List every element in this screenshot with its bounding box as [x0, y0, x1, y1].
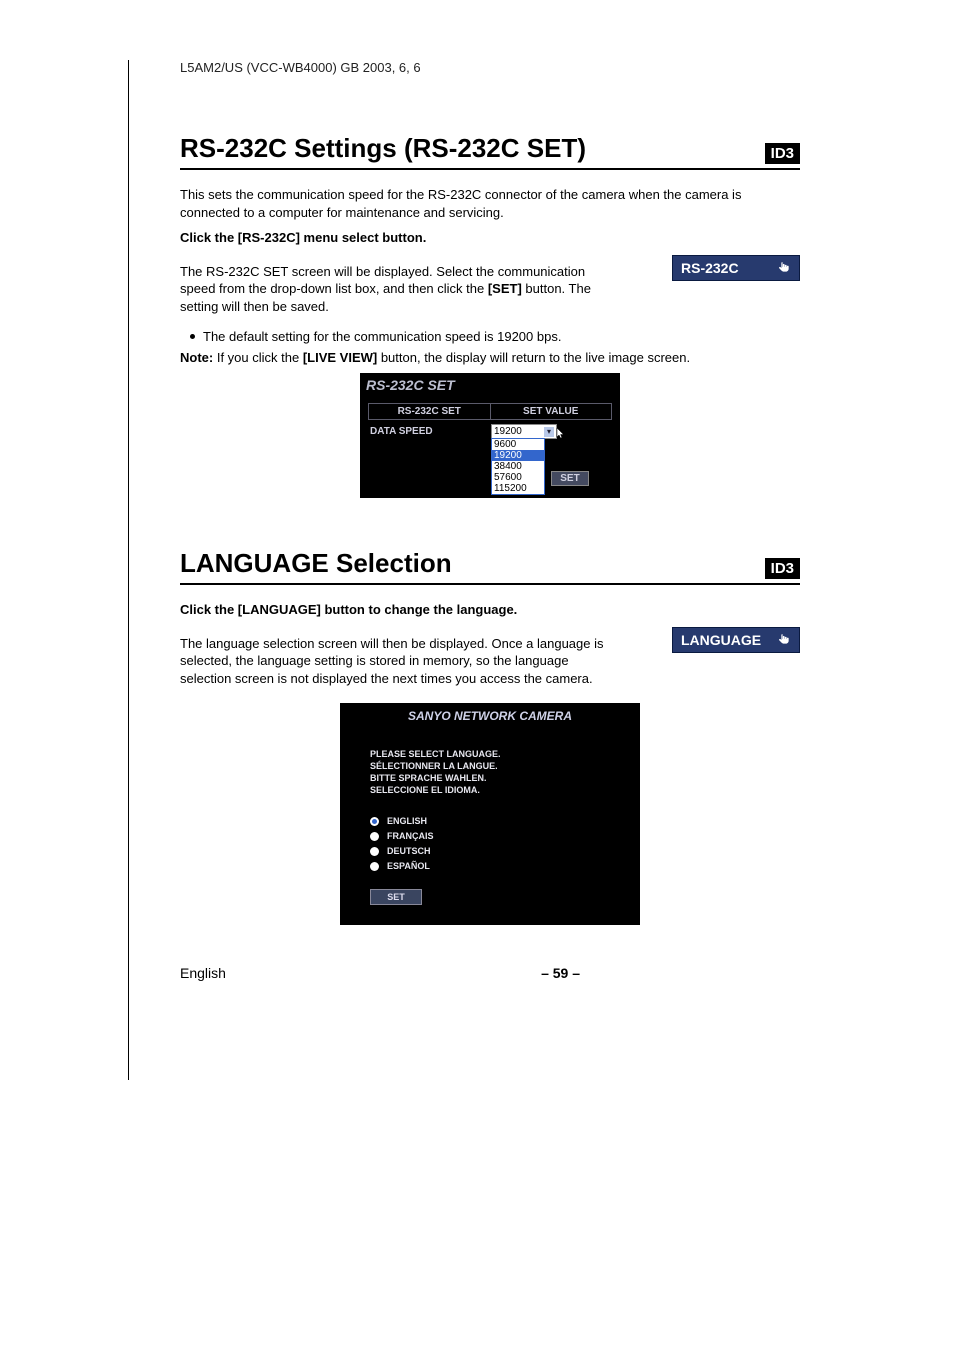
- section2-title: LANGUAGE Selection: [180, 548, 452, 579]
- radio-icon: [370, 862, 379, 871]
- section1-bullet-text: The default setting for the communicatio…: [203, 329, 561, 344]
- scr1-set-button[interactable]: SET: [551, 471, 589, 486]
- lang-row-deutsch[interactable]: DEUTSCH: [370, 846, 620, 856]
- section2-title-row: LANGUAGE Selection ID3: [180, 548, 800, 585]
- inst-1: SÉLECTIONNER LA LANGUE.: [370, 761, 620, 771]
- data-speed-options[interactable]: 9600 19200 38400 57600 115200: [491, 438, 545, 495]
- hand-cursor-icon: [777, 632, 791, 648]
- radio-icon: [370, 832, 379, 841]
- chevron-down-icon: ▾: [544, 427, 554, 437]
- doc-header: L5AM2/US (VCC-WB4000) GB 2003, 6, 6: [180, 60, 894, 75]
- scr1-head1: RS-232C SET: [369, 404, 491, 419]
- section1-bullet-row: The default setting for the communicatio…: [190, 329, 800, 344]
- rs232c-menu-label: RS-232C: [681, 260, 739, 276]
- section1-title: RS-232C Settings (RS-232C SET): [180, 133, 586, 164]
- lang-row-espanol[interactable]: ESPAÑOL: [370, 861, 620, 871]
- section1-title-row: RS-232C Settings (RS-232C SET) ID3: [180, 133, 800, 170]
- lang-deutsch: DEUTSCH: [387, 846, 431, 856]
- bullet-icon: [190, 334, 195, 339]
- data-speed-select[interactable]: 19200 ▾: [491, 424, 557, 439]
- inst-0: PLEASE SELECT LANGUAGE.: [370, 749, 620, 759]
- radio-icon: [370, 817, 379, 826]
- lang-row-francais[interactable]: FRANÇAIS: [370, 831, 620, 841]
- section1-intro: This sets the communication speed for th…: [180, 186, 800, 221]
- id3-badge: ID3: [765, 143, 800, 164]
- radio-icon: [370, 847, 379, 856]
- inst-2: BITTE SPRACHE WAHLEN.: [370, 773, 620, 783]
- language-select-screenshot: SANYO NETWORK CAMERA PLEASE SELECT LANGU…: [340, 703, 640, 925]
- lang-francais: FRANÇAIS: [387, 831, 434, 841]
- scr1-head2: SET VALUE: [491, 404, 612, 419]
- note-b: button, the display will return to the l…: [377, 350, 690, 365]
- opt-19200[interactable]: 19200: [492, 450, 544, 461]
- footer-language: English: [180, 965, 226, 981]
- inst-3: SELECCIONE EL IDIOMA.: [370, 785, 620, 795]
- page-number: – 59 –: [541, 965, 580, 981]
- lang-espanol: ESPAÑOL: [387, 861, 430, 871]
- arrow-cursor-icon: [555, 426, 567, 440]
- language-menu-button[interactable]: LANGUAGE: [672, 627, 800, 653]
- rs232c-menu-button[interactable]: RS-232C: [672, 255, 800, 281]
- opt-115200[interactable]: 115200: [492, 483, 544, 494]
- hand-cursor-icon: [777, 260, 791, 276]
- lang-row-english[interactable]: ENGLISH: [370, 816, 620, 826]
- section1-note: Note: If you click the [LIVE VIEW] butto…: [180, 350, 800, 365]
- section1-desc: The RS-232C SET screen will be displayed…: [180, 263, 610, 316]
- scr1-label: DATA SPEED: [368, 424, 491, 486]
- section2-step: Click the [LANGUAGE] button to change th…: [180, 601, 800, 619]
- section2-desc: The language selection screen will then …: [180, 635, 610, 688]
- lang-english: ENGLISH: [387, 816, 427, 826]
- note-a: If you click the: [217, 350, 303, 365]
- section1-step: Click the [RS-232C] menu select button.: [180, 229, 800, 247]
- note-label: Note:: [180, 350, 213, 365]
- id3-badge-2: ID3: [765, 558, 800, 579]
- rs232c-set-screenshot: RS-232C SET RS-232C SET SET VALUE DATA S…: [360, 373, 620, 498]
- page-footer: English – 59 –: [180, 965, 580, 981]
- language-menu-label: LANGUAGE: [681, 632, 761, 648]
- vertical-rule: [128, 60, 129, 1080]
- liveview-bold: [LIVE VIEW]: [303, 350, 377, 365]
- opt-38400[interactable]: 38400: [492, 461, 544, 472]
- opt-9600[interactable]: 9600: [492, 439, 544, 450]
- data-speed-value: 19200: [494, 426, 522, 437]
- scr2-set-button[interactable]: SET: [370, 889, 422, 905]
- scr1-title: RS-232C SET: [360, 373, 620, 397]
- opt-57600[interactable]: 57600: [492, 472, 544, 483]
- scr2-title: SANYO NETWORK CAMERA: [340, 703, 640, 729]
- set-bold: [SET]: [488, 281, 522, 296]
